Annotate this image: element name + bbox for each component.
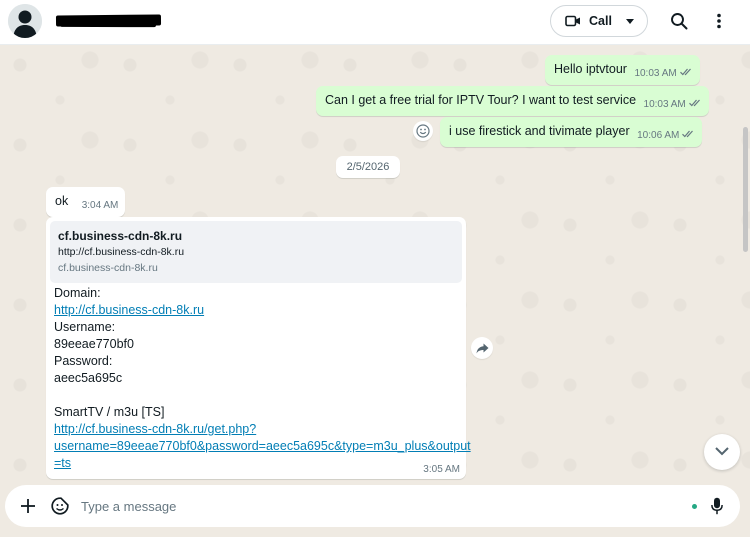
scrollbar[interactable] bbox=[743, 127, 748, 252]
composer-box bbox=[5, 485, 740, 527]
avatar-icon[interactable] bbox=[8, 4, 42, 38]
message-body: Domain: http://cf.business-cdn-8k.ru Usern… bbox=[54, 285, 471, 472]
link-preview[interactable]: cf.business-cdn-8k.ru http://cf.business… bbox=[50, 221, 462, 283]
password-value: aeec5a695c bbox=[54, 371, 123, 385]
chevron-down-icon bbox=[625, 18, 634, 24]
video-camera-icon bbox=[565, 15, 581, 27]
domain-link[interactable]: http://cf.business-cdn-8k.ru bbox=[54, 302, 471, 319]
username-label: Username: bbox=[54, 320, 116, 334]
message-text: i use firestick and tivimate player bbox=[449, 124, 630, 138]
scroll-to-bottom-button[interactable] bbox=[704, 434, 740, 470]
double-check-icon bbox=[688, 97, 702, 113]
message-time: 10:03 AM bbox=[643, 99, 686, 110]
domain-label: Domain: bbox=[54, 286, 101, 300]
m3u-label: SmartTV / m3u [TS] bbox=[54, 405, 165, 419]
message-outgoing[interactable]: i use firestick and tivimate player 10:0… bbox=[440, 117, 703, 147]
date-separator: 2/5/2026 bbox=[336, 156, 400, 178]
link-preview-title: cf.business-cdn-8k.ru bbox=[58, 229, 183, 243]
m3u-link-line-3[interactable]: =ts bbox=[54, 455, 471, 472]
password-label: Password: bbox=[54, 354, 113, 368]
link-preview-domain: cf.business-cdn-8k.ru bbox=[58, 262, 158, 274]
message-outgoing[interactable]: Hello iptvtour 10:03 AM bbox=[545, 55, 700, 85]
forward-icon[interactable] bbox=[471, 337, 493, 359]
message-time: 3:04 AM bbox=[81, 200, 119, 211]
message-text: Can I get a free trial for IPTV Tour? I … bbox=[325, 93, 637, 107]
username-value: 89eeae770bf0 bbox=[54, 337, 134, 351]
double-check-icon bbox=[682, 128, 695, 144]
message-input[interactable] bbox=[81, 494, 671, 518]
link-preview-url: http://cf.business-cdn-8k.ru bbox=[58, 246, 185, 258]
message-text: ok bbox=[55, 194, 69, 208]
double-check-icon bbox=[679, 66, 693, 82]
plus-icon[interactable] bbox=[17, 495, 39, 517]
message-incoming[interactable]: ok 3:04 AM bbox=[46, 187, 126, 217]
emoji-react-icon[interactable] bbox=[413, 121, 433, 141]
message-time: 10:06 AM bbox=[637, 130, 680, 141]
chat-header: Call bbox=[0, 0, 750, 45]
message-time: 3:05 AM bbox=[423, 464, 460, 475]
search-icon[interactable] bbox=[668, 10, 690, 32]
microphone-icon[interactable] bbox=[706, 495, 728, 517]
message-time: 10:03 AM bbox=[634, 68, 677, 79]
chevron-down-icon bbox=[715, 445, 729, 459]
m3u-link-line-2[interactable]: username=89eeae770bf0&password=aeec5a695… bbox=[54, 438, 471, 455]
call-label: Call bbox=[589, 14, 612, 28]
call-button[interactable]: Call bbox=[550, 5, 648, 37]
redacted-contact-name[interactable] bbox=[55, 14, 162, 27]
status-dot bbox=[692, 504, 697, 509]
message-incoming-details[interactable]: cf.business-cdn-8k.ru http://cf.business… bbox=[46, 217, 471, 479]
sticker-icon[interactable] bbox=[49, 495, 71, 517]
message-text: Hello iptvtour bbox=[554, 62, 627, 76]
message-outgoing[interactable]: Can I get a free trial for IPTV Tour? I … bbox=[316, 86, 709, 116]
m3u-link-line-1[interactable]: http://cf.business-cdn-8k.ru/get.php? bbox=[54, 421, 471, 438]
message-list[interactable]: Hello iptvtour 10:03 AM Can I get a free… bbox=[0, 45, 750, 483]
more-vertical-icon[interactable] bbox=[708, 10, 730, 32]
composer bbox=[0, 483, 750, 537]
